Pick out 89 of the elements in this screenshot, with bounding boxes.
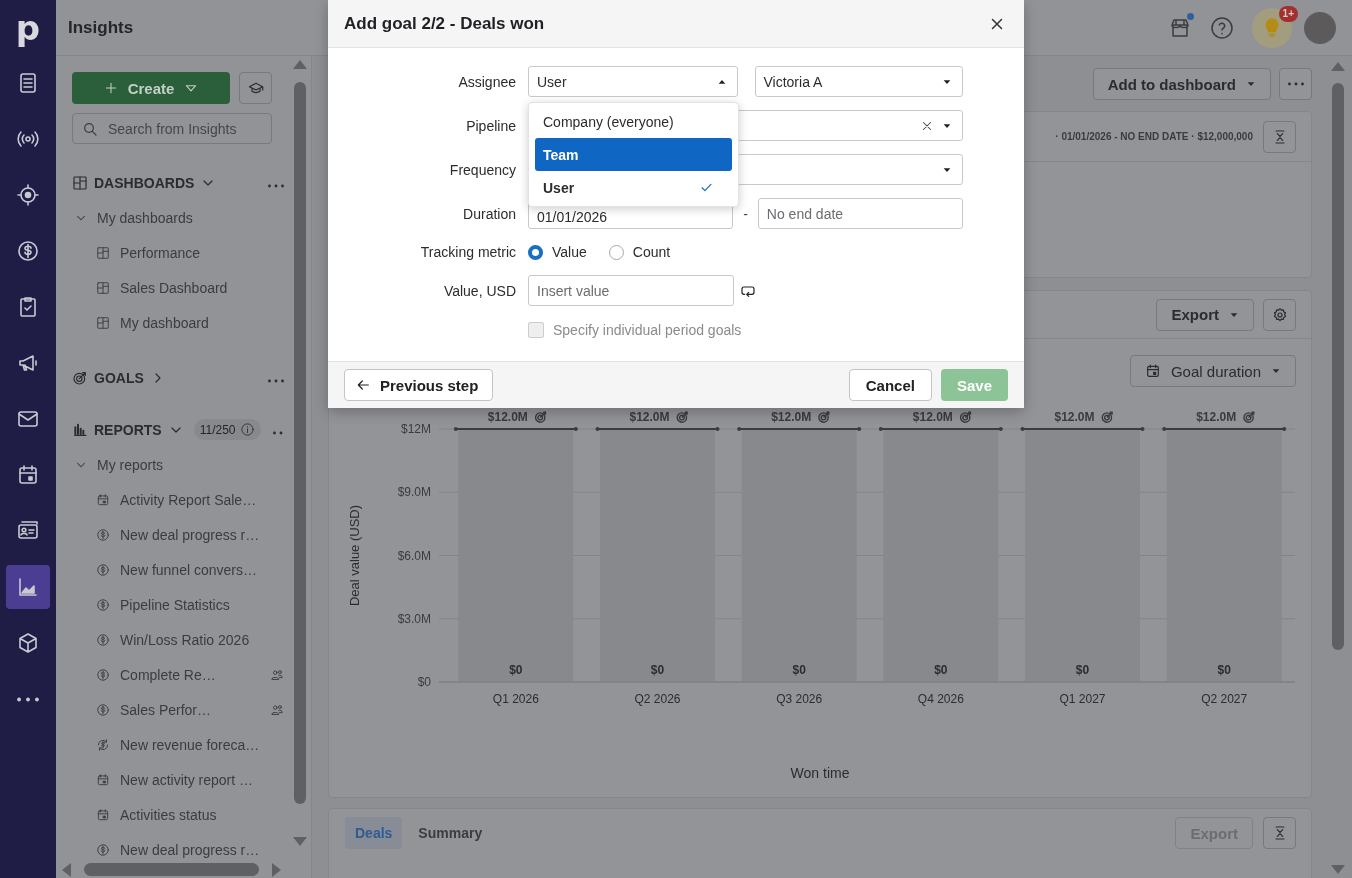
axis-label: $12M xyxy=(400,422,431,436)
sidebar-item[interactable]: New deal progress r… xyxy=(72,832,284,860)
sidebar-item[interactable]: Sales Perfor… xyxy=(72,692,284,727)
field-label: Tracking metric xyxy=(419,243,516,262)
search-field[interactable]: Search from Insights xyxy=(72,113,272,144)
sidebar-item[interactable]: New activity report … xyxy=(72,762,284,797)
notification-badge: 1+ xyxy=(1278,5,1298,22)
field-label: Value, USD xyxy=(442,281,516,301)
goal-label: $12.0M xyxy=(629,410,670,424)
sidebar-item[interactable]: Activities status xyxy=(72,797,284,832)
dialog-title: Add goal 2/2 - Deals won xyxy=(344,13,546,34)
axis-label: Q1 2026 xyxy=(492,692,539,706)
sidebar-item[interactable]: Win/Loss Ratio 2026 xyxy=(72,622,284,657)
usage-count: 11/250 xyxy=(199,422,236,437)
item-label: Sales Perfor… xyxy=(120,701,213,718)
checkbox-label: Specify individual period goals xyxy=(553,322,742,338)
sidebar-item[interactable]: Sales Dashboard xyxy=(72,270,284,305)
period-dropdown[interactable]: Goal duration xyxy=(1129,355,1296,387)
sidebar-item[interactable]: Performance xyxy=(72,235,284,270)
item-label: New revenue foreca… xyxy=(120,736,261,753)
cancel-button[interactable]: Cancel xyxy=(848,369,932,401)
field-label: Frequency xyxy=(448,160,516,180)
date-separator: - xyxy=(743,205,748,222)
item-label: Sales Dashboard xyxy=(120,279,229,296)
axis-label: Q3 2026 xyxy=(776,692,823,706)
add-to-dashboard-button[interactable]: Add to dashboard xyxy=(1092,68,1271,100)
section-header[interactable]: DASHBOARDS xyxy=(94,174,195,191)
axis-label: Q4 2026 xyxy=(917,692,964,706)
item-label: Activity Report Sale… xyxy=(120,491,258,508)
date-field[interactable]: No end date xyxy=(757,198,963,229)
previous-step-button[interactable]: Previous step xyxy=(344,369,494,401)
goal-label: $12.0M xyxy=(771,410,812,424)
item-label: Activities status xyxy=(120,806,218,823)
data-label: $0 xyxy=(792,663,806,677)
data-label: $0 xyxy=(934,663,948,677)
item-label: My dashboard xyxy=(120,314,210,331)
sidebar-item[interactable]: My dashboard xyxy=(72,305,284,340)
item-label: New funnel convers… xyxy=(120,561,258,578)
item-label: Win/Loss Ratio 2026 xyxy=(120,631,251,648)
value-field[interactable]: Insert value xyxy=(528,275,734,306)
tab[interactable]: Deals xyxy=(345,817,403,849)
item-label: Pipeline Statistics xyxy=(120,596,231,613)
tab[interactable]: Summary xyxy=(408,817,493,849)
sidebar-item[interactable]: New revenue foreca… xyxy=(72,727,284,762)
data-label: $0 xyxy=(509,663,523,677)
goal-label: $12.0M xyxy=(1196,410,1237,424)
sidebar-item[interactable]: Pipeline Statistics xyxy=(72,587,284,622)
data-label: $0 xyxy=(1217,663,1231,677)
item-label: New deal progress r… xyxy=(120,841,261,858)
menu-option[interactable]: Team xyxy=(535,138,732,171)
data-label: $0 xyxy=(1075,663,1090,677)
sidebar-item[interactable]: Activity Report Sale… xyxy=(72,482,284,517)
goal-label: $12.0M xyxy=(1054,410,1095,424)
axis-label: $0 xyxy=(417,675,431,689)
axis-label: Q1 2027 xyxy=(1059,692,1106,706)
item-label: New deal progress r… xyxy=(120,526,261,543)
item-label: New activity report … xyxy=(120,771,255,788)
sidebar-item[interactable]: New funnel convers… xyxy=(72,552,284,587)
axis-label: $6.0M xyxy=(397,548,431,563)
axis-label: Q2 2027 xyxy=(1201,692,1248,706)
field-label: Duration xyxy=(462,204,516,224)
radio-label: Count xyxy=(632,244,671,260)
radio-label: Value xyxy=(552,244,587,260)
axis-label: $9.0M xyxy=(397,485,431,500)
sidebar-item[interactable]: Complete Re… xyxy=(72,657,284,692)
field-label: Assignee xyxy=(457,72,516,92)
goal-summary: · 01/01/2026 - NO END DATE · $12,000,000 xyxy=(1055,131,1253,142)
assignee-type-dropdown[interactable]: User xyxy=(528,66,738,97)
assignee-dropdown[interactable]: Victoria A xyxy=(754,66,963,97)
folder-item[interactable]: My reports xyxy=(97,456,164,473)
export-button[interactable]: Export xyxy=(1156,298,1254,331)
page-title: Insights xyxy=(68,17,134,38)
axis-title: Won time xyxy=(790,765,850,781)
goal-label: $12.0M xyxy=(487,410,528,424)
axis-label: $3.0M xyxy=(397,611,431,626)
section-header[interactable]: GOALS xyxy=(94,369,144,386)
section-header[interactable]: REPORTS xyxy=(94,421,162,438)
folder-item[interactable]: My dashboards xyxy=(97,209,193,226)
axis-title: Deal value (USD) xyxy=(347,504,362,607)
goal-label: $12.0M xyxy=(912,410,953,424)
item-label: Performance xyxy=(120,244,202,261)
field-label: Pipeline xyxy=(465,116,516,136)
menu-option[interactable]: Company (everyone) xyxy=(535,105,732,138)
item-label: Complete Re… xyxy=(120,666,217,683)
create-button[interactable]: Create xyxy=(72,72,230,104)
axis-label: Q2 2026 xyxy=(634,692,681,706)
sidebar-item[interactable]: New deal progress r… xyxy=(72,517,284,552)
data-label: $0 xyxy=(650,663,665,677)
logo: p xyxy=(15,8,41,48)
